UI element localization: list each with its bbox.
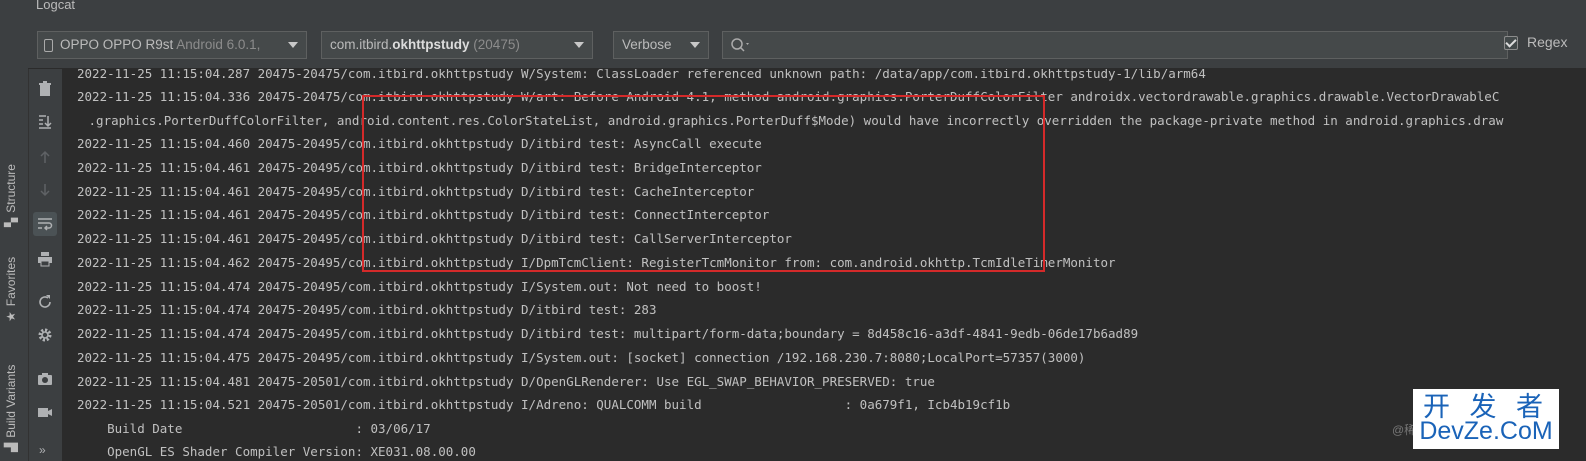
left-tool-tabs: ▚Structure ★Favorites ▟Build Variants: [0, 22, 29, 461]
tool-window-title-bar: Logcat: [0, 0, 1586, 23]
log-line: 2022-11-25 11:15:04.474 20475-20495/com.…: [77, 279, 762, 294]
log-level-value: Verbose: [622, 37, 672, 52]
log-line: 2022-11-25 11:15:04.475 20475-20495/com.…: [77, 350, 1086, 365]
device-phone-icon: [44, 39, 53, 52]
clear-logcat-button[interactable]: [33, 77, 57, 101]
screen-capture-button[interactable]: [33, 367, 57, 391]
camera-icon: [38, 373, 52, 385]
device-name: OPPO OPPO R9st: [60, 37, 174, 52]
soft-wrap-icon: [38, 218, 53, 231]
settings-button[interactable]: [33, 323, 57, 347]
process-package-name: okhttpstudy: [392, 37, 470, 52]
structure-icon: ▚: [4, 217, 18, 227]
scroll-to-end-button[interactable]: [33, 110, 57, 134]
screen-record-button[interactable]: [33, 400, 57, 424]
android-icon: ▟: [4, 442, 18, 452]
log-level-selector[interactable]: Verbose: [613, 31, 709, 59]
log-line: OpenGL ES Shader Compiler Version: XE031…: [77, 444, 476, 459]
log-line: 2022-11-25 11:15:04.481 20475-20501/com.…: [77, 374, 935, 389]
regex-label: Regex: [1527, 34, 1568, 50]
print-icon: [38, 252, 52, 267]
trash-icon: [39, 81, 51, 96]
logcat-toolbar: OPPO OPPO R9st Android 6.0.1, com.itbird…: [28, 22, 1586, 69]
print-button[interactable]: [33, 247, 57, 271]
device-os: Android 6.0.1,: [176, 37, 261, 52]
logcat-action-bar: »: [29, 69, 62, 461]
process-package-prefix: com.itbird.: [330, 37, 393, 52]
chevron-down-icon: [574, 42, 584, 48]
more-actions-icon[interactable]: »: [39, 443, 46, 457]
arrow-up-icon: [40, 150, 50, 163]
restart-icon: [39, 295, 51, 308]
process-pid: (20475): [473, 37, 520, 52]
highlight-annotation-box: [362, 95, 1045, 272]
arrow-down-icon: [40, 184, 50, 197]
previous-occurrence-button[interactable]: [33, 145, 57, 169]
restart-button[interactable]: [33, 290, 57, 314]
side-tab-favorites[interactable]: ★Favorites: [4, 257, 18, 322]
next-occurrence-button[interactable]: [33, 178, 57, 202]
side-tab-build-variants[interactable]: ▟Build Variants: [4, 365, 18, 452]
log-line: Build Date : 03/06/17: [77, 421, 431, 436]
search-icon: [731, 38, 749, 52]
checkbox-checked-icon: [1504, 36, 1518, 50]
search-input[interactable]: [722, 31, 1508, 59]
star-icon: ★: [4, 311, 18, 322]
watermark-logo: 开 发 者 DevZe.CoM: [1413, 389, 1559, 449]
soft-wrap-toggle[interactable]: [33, 212, 57, 236]
log-line: 2022-11-25 11:15:04.474 20475-20495/com.…: [77, 302, 657, 317]
video-icon: [38, 408, 52, 417]
tool-window-title: Logcat: [36, 0, 76, 12]
log-line: 2022-11-25 11:15:04.474 20475-20495/com.…: [77, 326, 1139, 341]
device-selector[interactable]: OPPO OPPO R9st Android 6.0.1,: [37, 31, 307, 59]
chevron-down-icon: [288, 42, 298, 48]
process-selector[interactable]: com.itbird.okhttpstudy (20475): [321, 31, 593, 59]
settings-icon: [38, 328, 52, 342]
log-line: 2022-11-25 11:15:04.287 20475-20475/com.…: [77, 69, 1206, 81]
watermark-en-text: DevZe.CoM: [1419, 417, 1553, 445]
chevron-down-icon: [690, 42, 700, 48]
side-tab-structure[interactable]: ▚Structure: [4, 164, 18, 227]
log-line: 2022-11-25 11:15:04.521 20475-20501/com.…: [77, 397, 1011, 412]
scroll-to-end-icon: [39, 115, 52, 129]
